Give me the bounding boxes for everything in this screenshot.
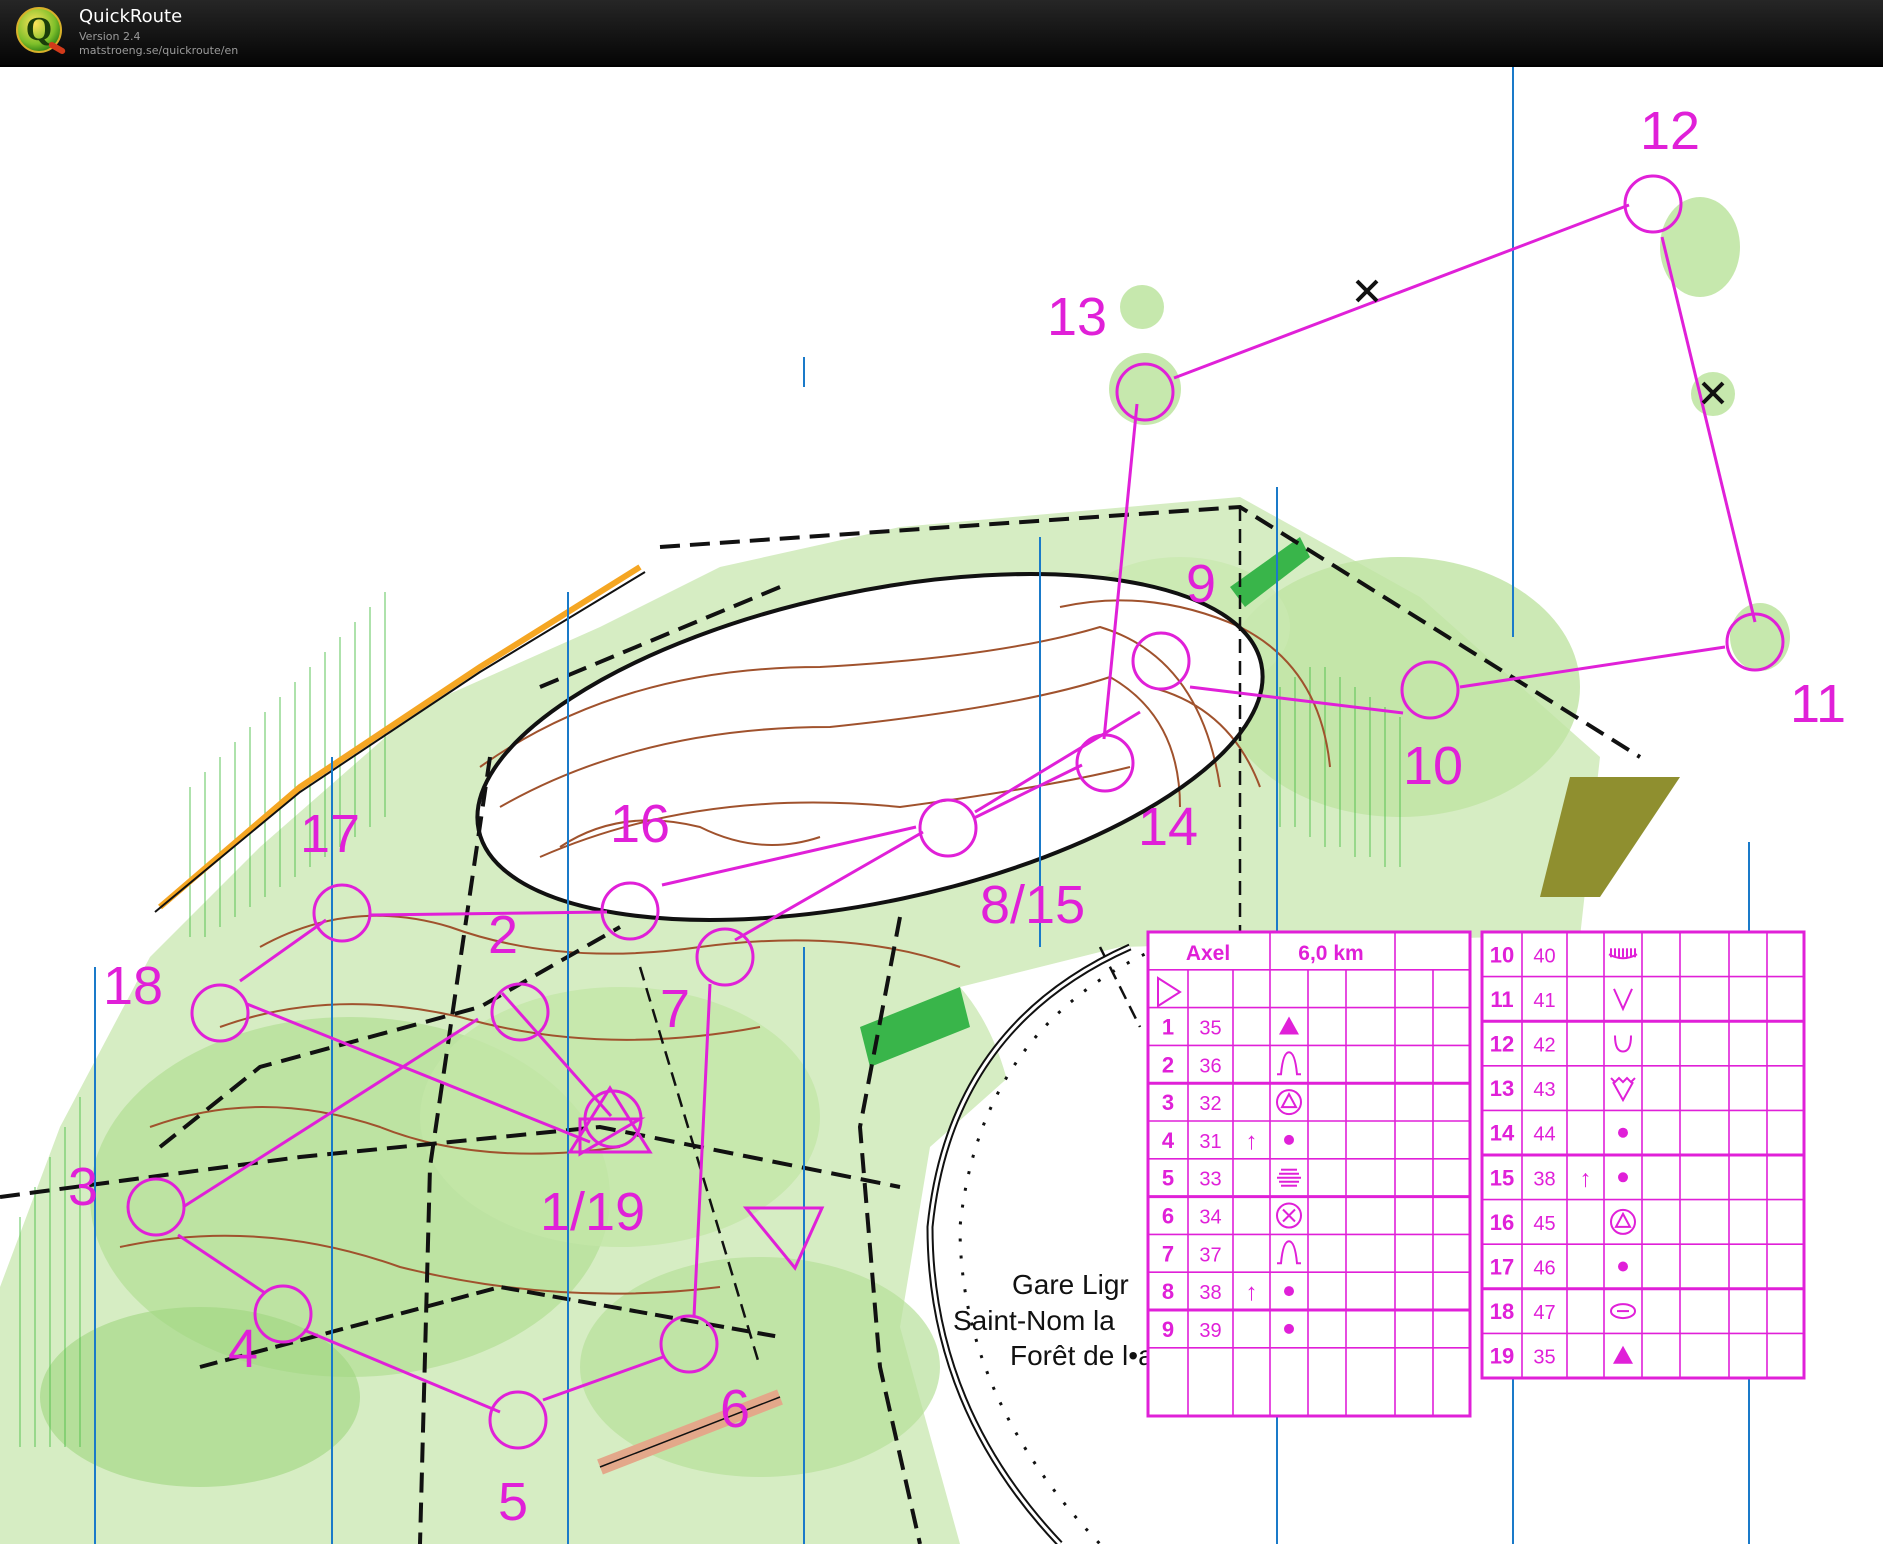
card-control-number: 7	[1162, 1241, 1174, 1266]
card-control-code: 40	[1533, 945, 1555, 967]
card-control-number: 2	[1162, 1052, 1174, 1077]
control-label: 3	[68, 1157, 98, 1217]
card-control-number: 15	[1490, 1165, 1514, 1190]
control-label: 17	[300, 804, 360, 864]
card-control-number: 3	[1162, 1090, 1174, 1115]
card-control-number: 5	[1162, 1166, 1174, 1191]
card-control-number: 18	[1490, 1299, 1514, 1324]
card-control-number: 1	[1162, 1015, 1174, 1040]
place-line: Gare Ligr	[1012, 1269, 1129, 1300]
card-direction: ↑	[1246, 1279, 1258, 1306]
card-control-code: 38	[1533, 1168, 1555, 1190]
card-control-number: 12	[1490, 1032, 1514, 1057]
card-control-code: 44	[1533, 1124, 1555, 1146]
control-label: 9	[1186, 554, 1216, 614]
app-version: Version 2.4	[79, 30, 141, 43]
control-label: 4	[228, 1319, 258, 1379]
card-symbol-dot-icon	[1284, 1134, 1294, 1145]
orienteering-map: Gare Ligr Saint-Nom la Forêt de l•arly 1…	[0, 67, 1883, 1544]
card-control-number: 16	[1490, 1210, 1514, 1235]
card-symbol-dot-icon	[1284, 1323, 1294, 1334]
control-label: 12	[1640, 101, 1700, 161]
card-control-code: 38	[1199, 1282, 1221, 1304]
card-symbol-dot-icon	[1284, 1286, 1294, 1297]
app-header: Q QuickRoute Version 2.4 matstroeng.se/q…	[0, 0, 1883, 67]
card-control-number: 17	[1490, 1255, 1514, 1280]
card-control-code: 35	[1199, 1018, 1221, 1040]
control-label: 8/15	[980, 875, 1085, 935]
app-title: QuickRoute	[79, 6, 183, 27]
control-label: 13	[1047, 287, 1107, 347]
card-course-distance: 6,0 km	[1298, 942, 1363, 965]
card-control-code: 46	[1533, 1258, 1555, 1280]
card-control-number: 6	[1162, 1204, 1174, 1229]
card-direction: ↑	[1580, 1165, 1592, 1192]
control-label: 18	[103, 956, 163, 1016]
card-control-number: 14	[1490, 1121, 1515, 1146]
control-label: 11	[1790, 674, 1846, 734]
card-control-number: 8	[1162, 1279, 1174, 1304]
control-label: 10	[1403, 736, 1463, 796]
card-control-code: 32	[1199, 1093, 1221, 1115]
crossing-marks	[1355, 279, 1725, 405]
place-line: Saint-Nom la	[953, 1305, 1115, 1336]
quickroute-logo-icon: Q	[16, 7, 67, 56]
card-control-code: 41	[1533, 990, 1555, 1012]
control-label: 6	[720, 1379, 750, 1439]
card-control-number: 4	[1162, 1128, 1175, 1153]
card-control-number: 10	[1490, 942, 1514, 967]
card-control-code: 45	[1533, 1213, 1555, 1235]
card-control-code: 33	[1199, 1169, 1221, 1191]
card-control-code: 43	[1533, 1079, 1555, 1101]
card-control-code: 47	[1533, 1302, 1555, 1324]
card-control-number: 9	[1162, 1317, 1174, 1342]
card-control-code: 37	[1199, 1244, 1221, 1266]
control-label: 5	[498, 1472, 528, 1532]
card-control-number: 13	[1490, 1076, 1514, 1101]
card-symbol-dot-icon	[1618, 1127, 1628, 1138]
app-url: matstroeng.se/quickroute/en	[79, 44, 239, 57]
card-control-code: 31	[1199, 1131, 1221, 1153]
card-control-number: 11	[1490, 987, 1513, 1012]
control-label: 1/19	[540, 1182, 645, 1242]
card-control-code: 39	[1199, 1320, 1221, 1342]
card-control-code: 34	[1199, 1207, 1221, 1229]
card-symbol-dot-icon	[1618, 1172, 1628, 1183]
card-control-number: 19	[1490, 1344, 1514, 1369]
control-label: 16	[610, 794, 670, 854]
card-symbol-dot-icon	[1618, 1261, 1628, 1272]
card-course-name: Axel	[1186, 942, 1230, 965]
card-direction: ↑	[1246, 1128, 1258, 1155]
control-label: 7	[660, 979, 690, 1039]
card-control-code: 35	[1533, 1347, 1555, 1369]
card-control-code: 36	[1199, 1055, 1221, 1077]
card-control-code: 42	[1533, 1035, 1555, 1057]
control-label: 14	[1138, 797, 1198, 857]
control-label: 2	[488, 905, 518, 965]
